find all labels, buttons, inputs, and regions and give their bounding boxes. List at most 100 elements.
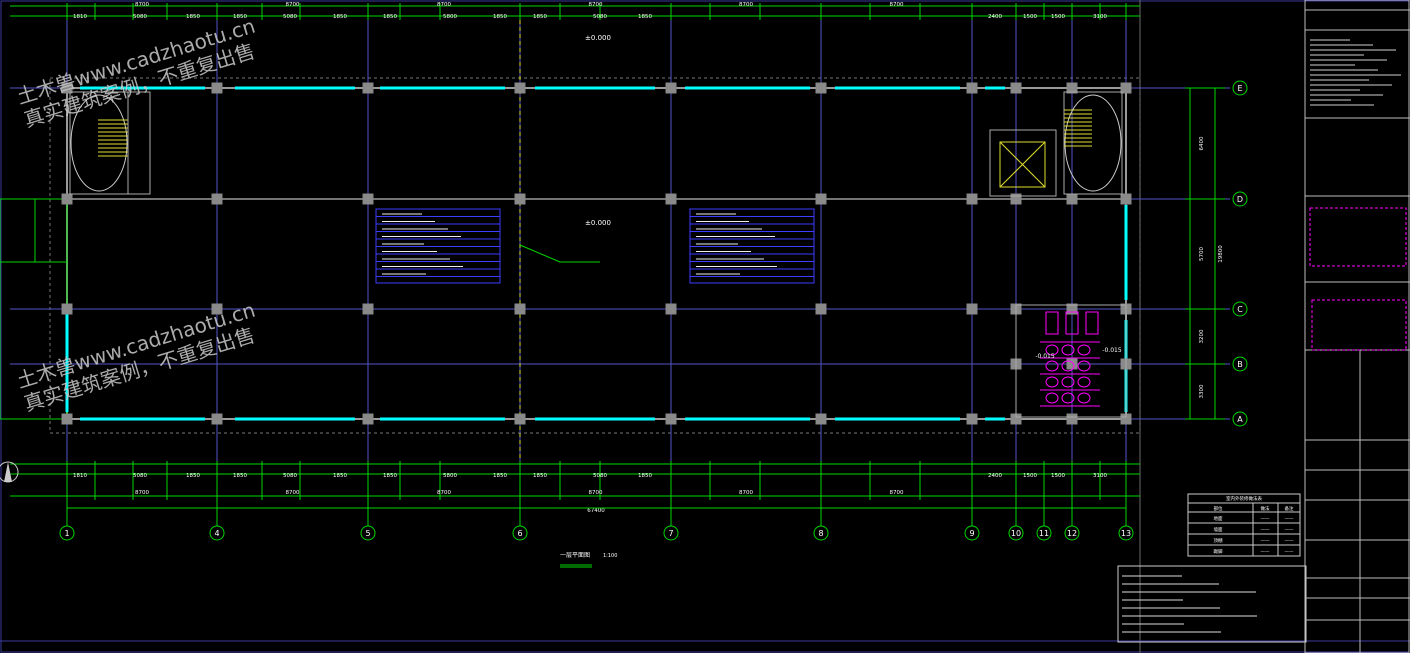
dimension-value: 1850: [383, 14, 397, 20]
legend-cell: 地面: [1214, 515, 1223, 522]
dimension-value: 1850: [493, 14, 507, 20]
span-dimension: 3300: [1199, 384, 1205, 398]
axis-label: 11: [1039, 529, 1049, 538]
bay-dimension: 8700: [286, 2, 300, 8]
column: [1066, 193, 1078, 205]
column: [514, 82, 526, 94]
column: [1120, 193, 1132, 205]
column: [1066, 358, 1078, 370]
column: [514, 193, 526, 205]
notes-box: [1117, 565, 1307, 643]
dimension-value: 1850: [493, 473, 507, 479]
column: [966, 303, 978, 315]
axis-label: 5: [365, 529, 370, 538]
dimension-value: 1850: [638, 14, 652, 20]
legend-cell: ——: [1261, 539, 1271, 544]
legend-cell: 踢脚: [1214, 548, 1223, 555]
north-arrow: [4, 462, 12, 482]
span-dimension: 6400: [1199, 136, 1205, 150]
dimension-value: 5080: [593, 473, 607, 479]
legend-cell: 顶棚: [1214, 537, 1223, 544]
elevation-label: ±0.000: [585, 34, 611, 42]
span-dimension: 5700: [1199, 247, 1205, 261]
dimension-value: 5080: [593, 14, 607, 20]
dimension-value: 5080: [283, 473, 297, 479]
axis-label: A: [1237, 415, 1243, 424]
bay-dimension: 8700: [437, 2, 451, 8]
legend-cell: ——: [1261, 550, 1271, 555]
column: [815, 303, 827, 315]
column: [362, 193, 374, 205]
dimension-value: 1850: [638, 473, 652, 479]
dimension-value: 5080: [133, 14, 147, 20]
drawing-scale: 1:100: [603, 553, 617, 559]
elevation-label-toilet: -0.015: [1102, 347, 1122, 354]
dimension-value: 1500: [1023, 14, 1037, 20]
column: [1010, 82, 1022, 94]
axis-label: 7: [668, 529, 673, 538]
axis-label: 13: [1121, 529, 1131, 538]
toilet-fixture: [1077, 360, 1091, 372]
column: [61, 413, 73, 425]
stamp-area: [1311, 299, 1407, 351]
bay-dimension: 8700: [286, 490, 300, 496]
toilet-fixture: [1077, 392, 1091, 404]
column: [966, 193, 978, 205]
axis-label: E: [1237, 84, 1242, 93]
dimension-value: 3100: [1093, 14, 1107, 20]
axis-label: 1: [64, 529, 69, 538]
bay-dimension: 8700: [890, 490, 904, 496]
bay-dimension: 8700: [135, 490, 149, 496]
dimension-value: 1850: [333, 473, 347, 479]
dimension-value: 1500: [1023, 473, 1037, 479]
elevation-label-toilet: -0.015: [1035, 353, 1055, 360]
dimension-value: 5080: [283, 14, 297, 20]
toilet-fixture: [1085, 311, 1099, 335]
toilet-fixture: [1077, 376, 1091, 388]
dimension-value: 1850: [533, 14, 547, 20]
dimension-value: 2400: [988, 14, 1002, 20]
column: [815, 193, 827, 205]
legend-header: 做法: [1261, 505, 1270, 512]
column: [211, 413, 223, 425]
column: [665, 82, 677, 94]
span-dimension: 3200: [1199, 329, 1205, 343]
dimension-value: 5800: [443, 473, 457, 479]
bay-dimension: 8700: [589, 2, 603, 8]
legend-cell: ——: [1285, 539, 1295, 544]
bay-dimension: 8700: [739, 490, 753, 496]
axis-label: 9: [969, 529, 974, 538]
stair-right-rail: [1064, 94, 1122, 192]
column: [815, 82, 827, 94]
axis-label: D: [1237, 195, 1243, 204]
dimension-value: 1850: [533, 473, 547, 479]
column: [665, 193, 677, 205]
leader-line: [519, 244, 600, 263]
toilet-fixture: [1045, 376, 1059, 388]
legend-header: 备注: [1285, 505, 1294, 512]
bay-dimension: 8700: [135, 2, 149, 8]
stamp-area: [1309, 207, 1407, 267]
dimension-value: 1810: [73, 473, 87, 479]
bay-dimension: 8700: [437, 490, 451, 496]
axis-label: B: [1237, 360, 1243, 369]
bay-dimension: 8700: [739, 2, 753, 8]
legend-title: 室内外装修做法表: [1226, 495, 1262, 502]
column: [61, 193, 73, 205]
bay-dimension: 8700: [589, 490, 603, 496]
axis-label: 6: [517, 529, 522, 538]
axis-label: 8: [818, 529, 823, 538]
axis-label: 4: [214, 529, 219, 538]
total-depth-dimension: 19800: [1218, 245, 1224, 263]
legend-header: 部位: [1214, 505, 1223, 512]
dimension-value: 1850: [333, 14, 347, 20]
column: [815, 413, 827, 425]
column: [362, 82, 374, 94]
column: [514, 303, 526, 315]
column: [966, 413, 978, 425]
toilet-fixture: [1077, 344, 1091, 356]
legend-cell: 墙面: [1214, 526, 1223, 533]
column: [61, 303, 73, 315]
outer-boundary: [49, 77, 1141, 434]
axis-label: 10: [1011, 529, 1021, 538]
